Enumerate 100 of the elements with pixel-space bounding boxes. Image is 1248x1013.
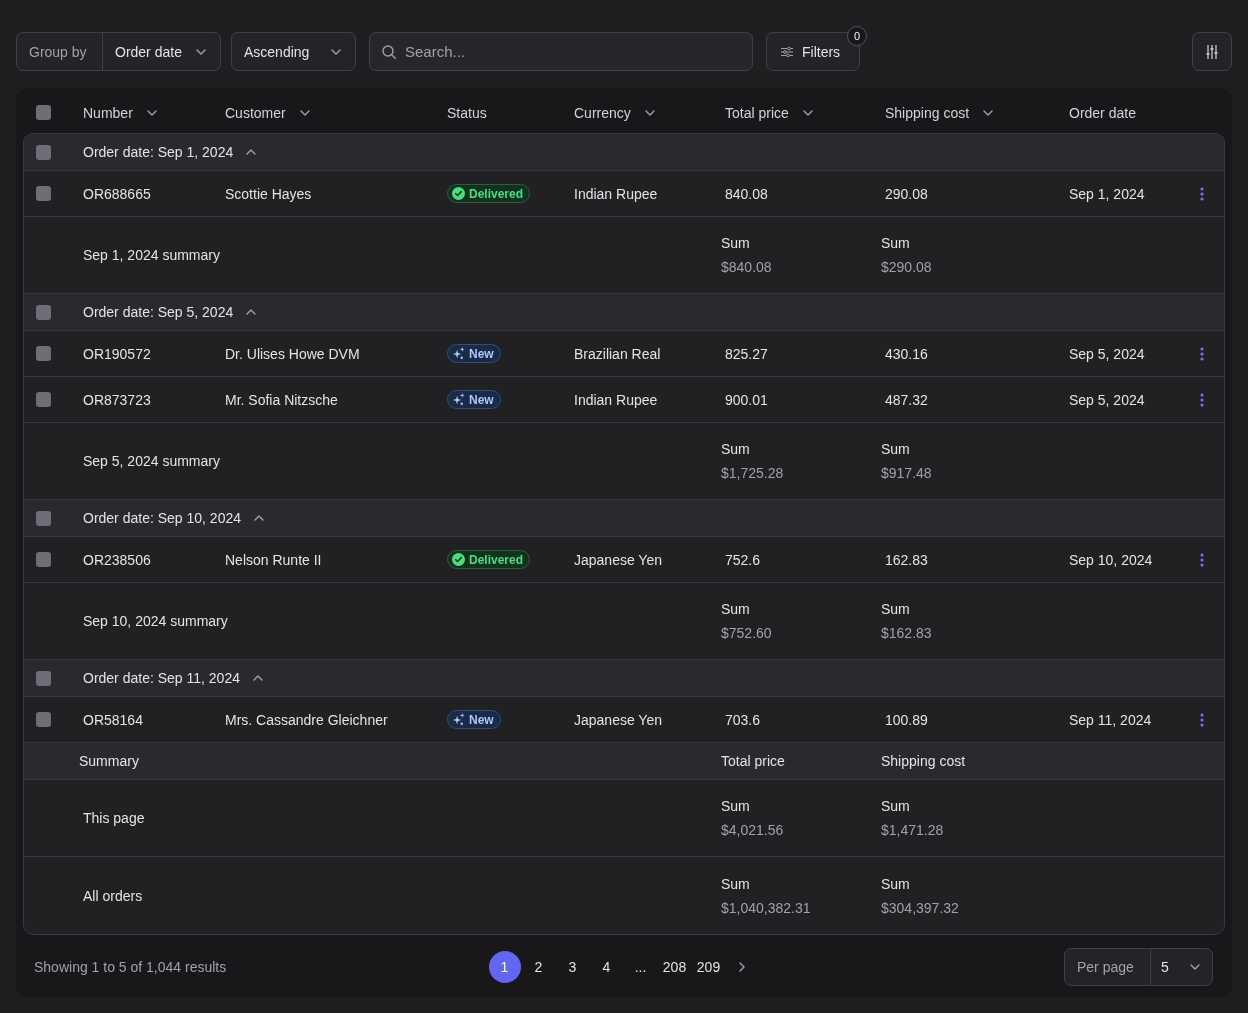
table-cell: Indian Rupee [574, 391, 658, 408]
column-header[interactable]: Total price [725, 104, 813, 121]
summary-column-label: Total price [721, 753, 785, 769]
column-header[interactable]: Customer [225, 104, 310, 121]
per-page-dropdown[interactable]: 5 [1151, 948, 1212, 985]
table-cell: Sep 1, 2024 [1069, 185, 1145, 202]
page-button[interactable]: 3 [556, 950, 589, 983]
chevron-down-icon [983, 109, 994, 116]
sum-value: $162.83 [881, 624, 932, 643]
table-cell: Sep 11, 2024 [1069, 711, 1152, 728]
check-circle-icon [452, 187, 465, 200]
search-icon [382, 45, 396, 59]
chevron-up-icon[interactable] [246, 149, 257, 155]
column-header[interactable]: Number [83, 104, 157, 121]
chevron-down-icon [146, 109, 157, 116]
sparkle-icon [452, 393, 465, 406]
table-cell: 487.32 [885, 391, 928, 408]
table-cell: 703.6 [725, 711, 761, 728]
sum-label: Sum [721, 600, 750, 619]
group-by-label: Group by [17, 33, 103, 70]
sum-label: Sum [881, 797, 910, 816]
sum-label: Sum [721, 234, 750, 253]
row-checkbox[interactable] [36, 552, 51, 567]
chevron-down-icon [802, 109, 813, 116]
table-cell: Mrs. Cassandre Gleichner [225, 711, 388, 728]
table-cell: OR238506 [83, 551, 151, 568]
row-checkbox[interactable] [36, 510, 51, 526]
row-checkbox[interactable] [36, 304, 51, 320]
status-label: New [469, 712, 494, 727]
pagination-ellipsis: ... [633, 958, 648, 975]
sum-label: Sum [721, 440, 750, 459]
chevron-up-icon[interactable] [254, 515, 264, 521]
summary-column-label: Shipping cost [881, 753, 966, 769]
table-cell: 752.6 [725, 551, 761, 568]
column-header[interactable]: Currency [574, 104, 655, 121]
table-cell: 430.16 [885, 345, 928, 362]
chevron-right-icon[interactable] [738, 961, 745, 972]
table-cell: 100.89 [885, 711, 928, 728]
search-field[interactable]: Search... [369, 32, 753, 71]
page-button[interactable]: 208 [658, 950, 691, 983]
sum-value: $304,397.32 [881, 898, 959, 918]
sum-value: $917.48 [881, 464, 932, 483]
sparkle-icon [452, 713, 465, 726]
chevron-up-icon[interactable] [252, 675, 263, 681]
select-all-checkbox[interactable] [36, 105, 51, 120]
page-button[interactable]: 1 [488, 950, 521, 983]
table-cell: Sep 5, 2024 [1069, 391, 1145, 408]
more-vertical-icon[interactable] [1200, 552, 1204, 567]
table-cell: Indian Rupee [574, 185, 658, 202]
group-title: Order date: Sep 1, 2024 [83, 144, 234, 160]
table-cell: Scottie Hayes [225, 185, 312, 202]
table-cell: 900.01 [725, 391, 768, 408]
sparkle-icon [452, 347, 465, 360]
sum-value: $290.08 [881, 258, 932, 277]
column-header: Status [447, 104, 487, 121]
sum-value: $1,040,382.31 [721, 898, 811, 918]
sum-label: Sum [881, 874, 910, 894]
row-checkbox[interactable] [36, 392, 51, 407]
page-button[interactable]: 4 [590, 950, 623, 983]
more-vertical-icon[interactable] [1200, 392, 1204, 407]
sum-value: $4,021.56 [721, 821, 784, 840]
per-page-label: Per page [1065, 948, 1151, 985]
column-settings-button[interactable] [1192, 32, 1232, 71]
more-vertical-icon[interactable] [1200, 186, 1204, 201]
group-summary-label: Sep 1, 2024 summary [83, 247, 220, 263]
group-title: Order date: Sep 10, 2024 [83, 510, 241, 526]
table-cell: Brazilian Real [574, 345, 661, 362]
group-by-dropdown[interactable]: Order date [103, 33, 220, 70]
row-checkbox[interactable] [36, 186, 51, 201]
sum-value: $840.08 [721, 258, 772, 277]
table-cell: Sep 10, 2024 [1069, 551, 1153, 568]
row-checkbox[interactable] [36, 346, 51, 361]
filter-count-badge: 0 [847, 26, 867, 46]
status-label: Delivered [469, 552, 524, 567]
group-summary-label: Sep 5, 2024 summary [83, 453, 220, 469]
table-cell: OR688665 [83, 185, 151, 202]
page-button[interactable]: 209 [692, 950, 725, 983]
row-checkbox[interactable] [36, 144, 51, 160]
row-checkbox[interactable] [36, 670, 51, 686]
sum-value: $1,471.28 [881, 821, 944, 840]
row-checkbox[interactable] [36, 712, 51, 727]
chevron-up-icon[interactable] [246, 309, 257, 315]
table-cell: Japanese Yen [574, 551, 662, 568]
column-header[interactable]: Shipping cost [885, 104, 994, 121]
table-cell: 290.08 [885, 185, 928, 202]
sum-label: Sum [881, 600, 910, 619]
table-cell: Mr. Sofia Nitzsche [225, 391, 338, 408]
sum-value: $752.60 [721, 624, 772, 643]
sum-label: Sum [881, 440, 910, 459]
page-button[interactable]: 2 [522, 950, 555, 983]
chevron-down-icon [196, 48, 206, 55]
sort-dropdown[interactable]: Ascending [231, 32, 356, 71]
table-cell: Nelson Runte II [225, 551, 322, 568]
more-vertical-icon[interactable] [1200, 346, 1204, 361]
sum-label: Sum [721, 797, 750, 816]
group-title: Order date: Sep 5, 2024 [83, 304, 234, 320]
chevron-down-icon [331, 48, 341, 55]
more-vertical-icon[interactable] [1200, 712, 1204, 727]
table-cell: Dr. Ulises Howe DVM [225, 345, 360, 362]
table-cell: 825.27 [725, 345, 768, 362]
